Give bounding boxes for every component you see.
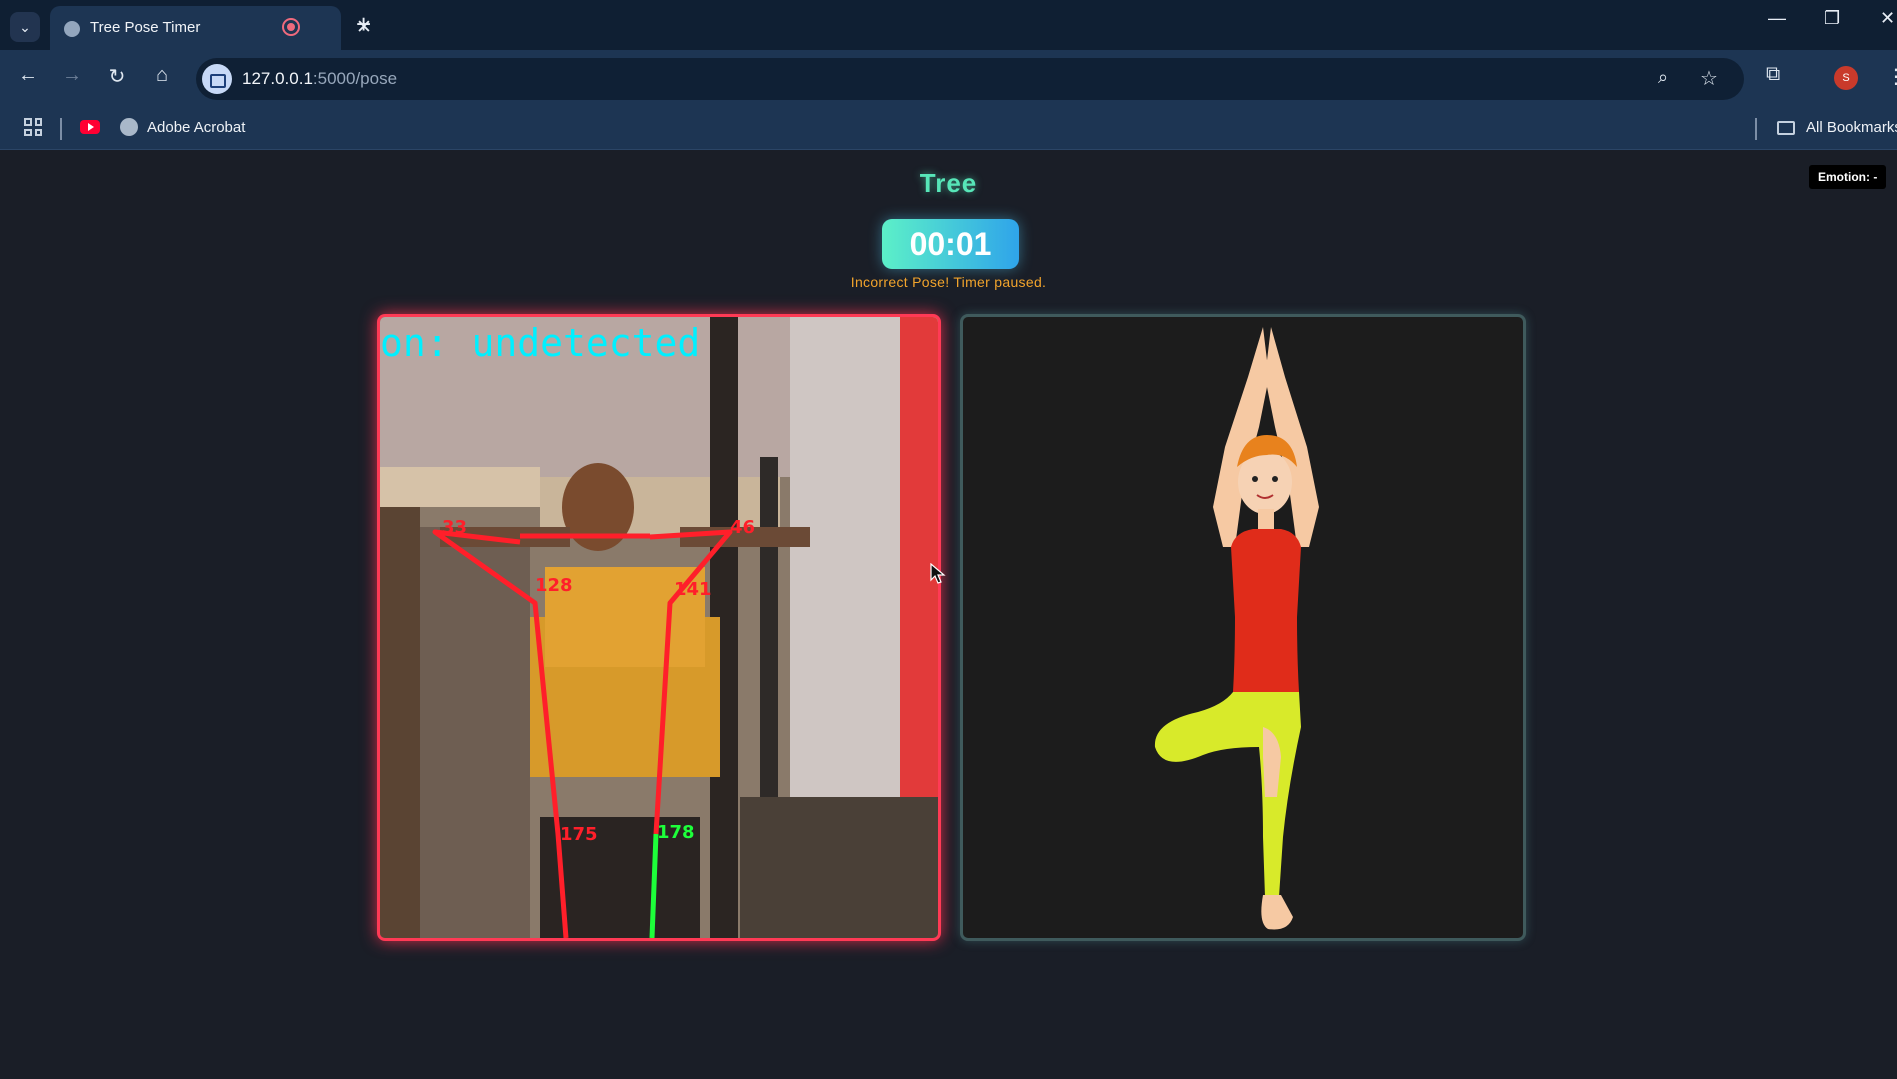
divider: [60, 118, 62, 140]
menu-icon[interactable]: ⋮: [1886, 64, 1897, 89]
profile-avatar[interactable]: S: [1834, 66, 1858, 90]
angle-label: 178: [657, 822, 695, 843]
home-icon[interactable]: ⌂: [148, 64, 176, 87]
address-bar[interactable]: 127.0.0.1:5000/pose ⌕ ☆: [196, 58, 1744, 100]
divider: [1755, 118, 1757, 140]
zoom-icon[interactable]: ⌕: [1658, 67, 1668, 88]
close-window-button[interactable]: ✕: [1880, 8, 1895, 29]
bookmark-star-icon[interactable]: ☆: [1700, 66, 1718, 91]
angle-label: 175: [560, 824, 598, 845]
new-tab-button[interactable]: +: [356, 9, 371, 40]
globe-icon: [64, 21, 80, 37]
camera-site-icon[interactable]: [202, 64, 232, 94]
tree-pose-illustration: [1154, 327, 1319, 930]
tab-title: Tree Pose Timer: [90, 19, 201, 36]
pose-skeleton: [432, 529, 733, 938]
angle-label: 33: [442, 517, 468, 538]
bookmarks-bar: Adobe Acrobat All Bookmarks: [0, 108, 1897, 150]
status-message: Incorrect Pose! Timer paused.: [850, 274, 1047, 290]
forward-arrow-icon[interactable]: →: [58, 64, 86, 87]
extensions-icon[interactable]: ⧉: [1766, 63, 1780, 86]
browser-tabstrip: ⌄ Tree Pose Timer ✕ + — ❐ ✕: [0, 0, 1897, 50]
youtube-icon[interactable]: [80, 120, 100, 134]
minimize-button[interactable]: —: [1768, 8, 1786, 29]
emotion-badge: Emotion: -: [1809, 165, 1887, 189]
back-arrow-icon[interactable]: ←: [14, 64, 42, 87]
pose-timer: 00:01: [882, 219, 1019, 269]
bookmark-adobe-acrobat[interactable]: Adobe Acrobat: [147, 119, 245, 136]
url-text[interactable]: 127.0.0.1:5000/pose: [242, 69, 397, 89]
angle-label: 46: [730, 517, 756, 538]
tab-tree-pose-timer[interactable]: Tree Pose Timer ✕: [50, 6, 372, 50]
globe-icon: [120, 118, 138, 136]
restore-button[interactable]: ❐: [1824, 8, 1840, 29]
reload-icon[interactable]: ↻: [103, 64, 131, 89]
apps-grid-icon[interactable]: [24, 118, 42, 136]
angle-label: 141: [674, 579, 712, 600]
angle-label: 128: [535, 575, 573, 596]
camera-feed: on: undetected 33 46 128 141 175 178: [377, 314, 941, 941]
reference-pose: [960, 314, 1526, 941]
all-bookmarks-button[interactable]: All Bookmarks: [1806, 119, 1897, 136]
folder-icon: [1777, 121, 1795, 135]
emotion-overlay-text: on: undetected: [380, 321, 701, 365]
recording-icon: [282, 18, 300, 36]
pose-page: Tree 00:01 Incorrect Pose! Timer paused.…: [0, 151, 1897, 1079]
pose-title: Tree: [919, 168, 978, 198]
tab-search-button[interactable]: ⌄: [10, 12, 40, 42]
browser-toolbar: ← → ↻ ⌂ 127.0.0.1:5000/pose ⌕ ☆: [0, 50, 1897, 108]
